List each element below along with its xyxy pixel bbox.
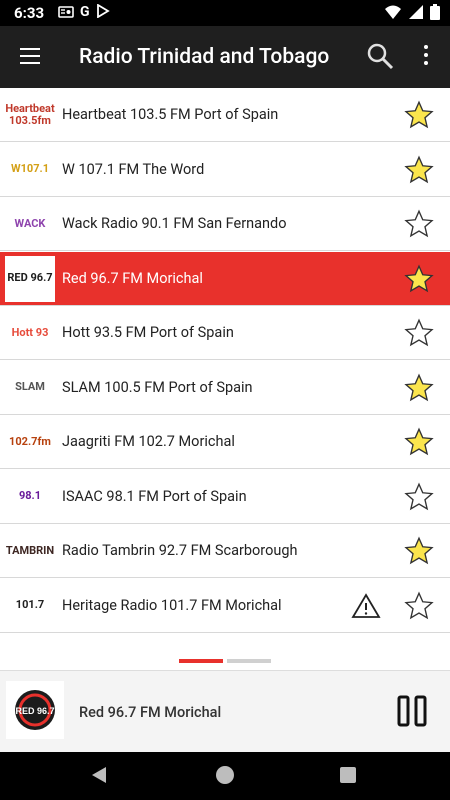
station-row[interactable]: Heartbeat 103.5fm Heartbeat 103.5 FM Port…	[0, 88, 450, 142]
page-indicator-active[interactable]	[179, 659, 223, 663]
mini-player[interactable]: RED 96.7 Red 96.7 FM Morichal	[0, 670, 450, 752]
station-row[interactable]: WACK Wack Radio 90.1 FM San Fernando	[0, 197, 450, 251]
player-logo-text: RED 96.7	[15, 706, 54, 716]
page-indicator	[0, 652, 450, 670]
favorite-star-filled-icon[interactable]	[404, 427, 434, 457]
favorite-star-outline-icon[interactable]	[404, 482, 434, 512]
favorite-star-filled-icon[interactable]	[404, 100, 434, 130]
favorite-star-filled-icon[interactable]	[404, 373, 434, 403]
favorite-star-outline-icon[interactable]	[404, 591, 434, 621]
favorite-star-outline-icon[interactable]	[404, 209, 434, 239]
station-logo: SLAM	[5, 364, 55, 411]
station-row[interactable]: TAMBRIN Radio Tambrin 92.7 FM Scarborough	[0, 524, 450, 578]
station-row[interactable]: 101.7 Heritage Radio 101.7 FM Morichal	[0, 578, 450, 633]
pause-icon[interactable]	[396, 695, 428, 727]
status-right-icons	[384, 4, 440, 24]
station-logo-text: RED 96.7	[7, 271, 53, 285]
station-logo: 101.7	[5, 582, 55, 629]
player-station-name: Red 96.7 FM Morichal	[79, 704, 222, 721]
station-list: Heartbeat 103.5fm Heartbeat 103.5 FM Port…	[0, 88, 450, 652]
status-icons: G	[58, 3, 110, 22]
player-station-logo: RED 96.7	[6, 681, 64, 739]
menu-icon[interactable]	[20, 48, 40, 64]
station-logo: W107.1	[5, 146, 55, 193]
back-icon[interactable]	[91, 766, 107, 788]
app-title: Radio Trinidad and Tobago	[79, 45, 330, 69]
station-row[interactable]: Hott 93 Hott 93.5 FM Port of Spain	[0, 306, 450, 360]
home-icon[interactable]	[216, 766, 234, 784]
favorite-star-filled-icon[interactable]	[404, 155, 434, 185]
station-row[interactable]: W107.1 W 107.1 FM The Word	[0, 142, 450, 197]
signal-icon	[408, 4, 424, 24]
station-name: W 107.1 FM The Word	[62, 160, 205, 178]
station-name: Heritage Radio 101.7 FM Morichal	[62, 596, 282, 614]
system-nav-bar	[0, 752, 450, 800]
station-logo-text: W107.1	[10, 162, 50, 176]
station-logo-text: TAMBRIN	[5, 543, 55, 557]
wifi-icon	[384, 4, 402, 24]
status-time: 6:33	[14, 4, 45, 22]
recent-apps-icon[interactable]	[340, 767, 356, 783]
station-name: Jaagriti FM 102.7 Morichal	[62, 433, 235, 450]
favorite-star-filled-icon[interactable]	[404, 536, 434, 566]
station-logo: 102.7fm	[5, 419, 55, 465]
station-logo: Hott 93	[5, 310, 55, 356]
app-bar: Radio Trinidad and Tobago	[0, 26, 450, 88]
station-row[interactable]: 98.1 ISAAC 98.1 FM Port of Spain	[0, 469, 450, 524]
station-logo-text: 101.7	[15, 598, 45, 612]
favorite-star-filled-icon[interactable]	[404, 264, 434, 294]
page-indicator-inactive[interactable]	[227, 659, 271, 663]
favorite-star-outline-icon[interactable]	[404, 318, 434, 348]
station-logo-text: WACK	[14, 216, 46, 230]
battery-icon	[430, 4, 440, 24]
station-name: SLAM 100.5 FM Port of Spain	[62, 378, 253, 396]
radio-icon	[58, 4, 74, 22]
station-logo-text: 98.1	[18, 489, 42, 503]
station-name: Wack Radio 90.1 FM San Fernando	[62, 215, 287, 232]
station-logo-text: Heartbeat 103.5fm	[5, 101, 55, 127]
warning-icon[interactable]	[351, 592, 381, 619]
google-icon: G	[80, 4, 90, 20]
station-logo-text: SLAM	[15, 380, 45, 394]
search-icon[interactable]	[366, 42, 394, 70]
station-row[interactable]: 102.7fm Jaagriti FM 102.7 Morichal	[0, 415, 450, 469]
station-name: Red 96.7 FM Morichal	[62, 269, 203, 287]
station-name: Hott 93.5 FM Port of Spain	[62, 324, 234, 341]
station-name: Heartbeat 103.5 FM Port of Spain	[62, 106, 279, 123]
station-logo: TAMBRIN	[5, 528, 55, 574]
station-row[interactable]: SLAM SLAM 100.5 FM Port of Spain	[0, 360, 450, 415]
station-logo-text: 102.7fm	[9, 434, 51, 448]
station-logo: 98.1	[5, 473, 55, 520]
station-name: ISAAC 98.1 FM Port of Spain	[62, 487, 247, 505]
station-logo: RED 96.7	[5, 255, 55, 302]
station-name: Radio Tambrin 92.7 FM Scarborough	[62, 542, 298, 559]
station-row[interactable]: RED 96.7 Red 96.7 FM Morichal	[0, 251, 450, 306]
station-row-partial[interactable]	[0, 633, 450, 652]
more-options-icon[interactable]	[420, 45, 432, 69]
play-store-icon	[96, 3, 110, 22]
status-bar: 6:33 G	[0, 0, 450, 26]
station-logo: Heartbeat 103.5fm	[5, 92, 55, 138]
station-logo: WACK	[5, 201, 55, 247]
station-logo-text: Hott 93	[11, 325, 49, 339]
